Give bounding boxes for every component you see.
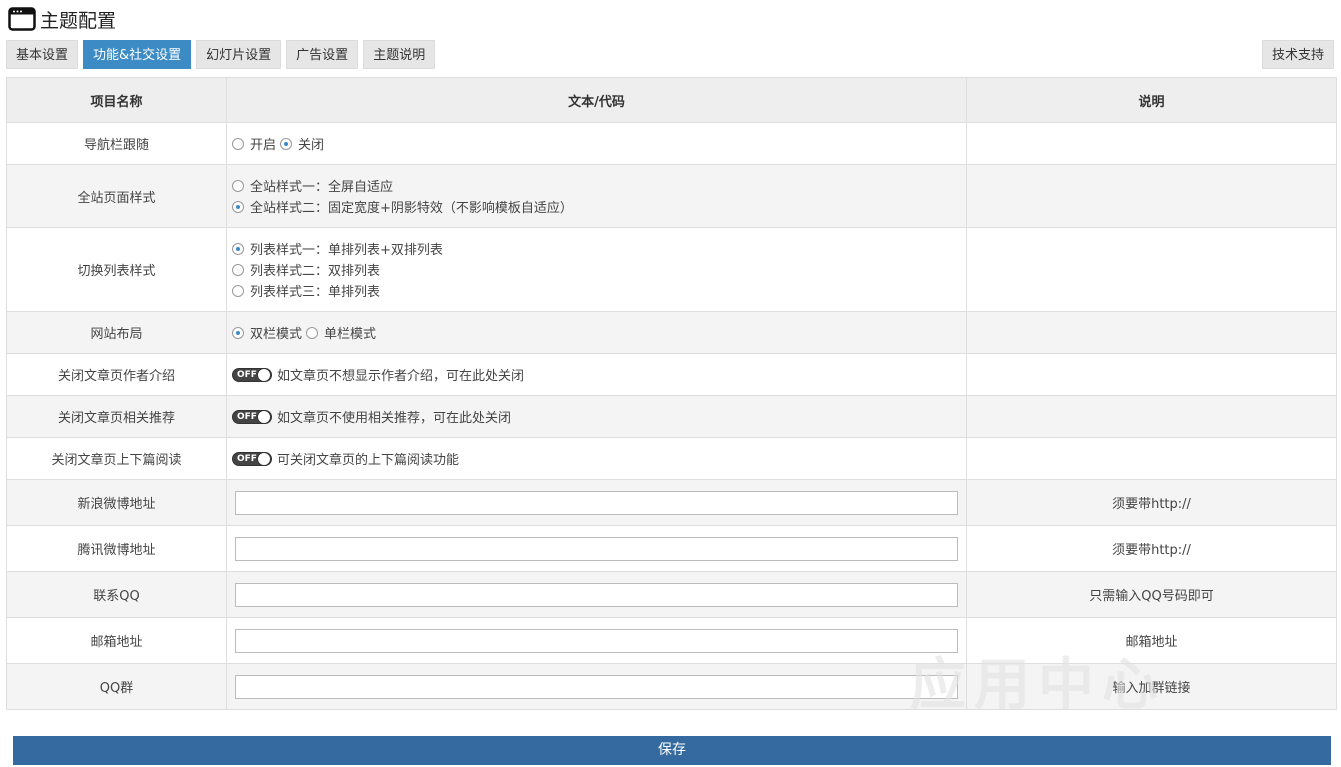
radio-label: 列表样式一：单排列表+双排列表: [250, 243, 443, 258]
radio-layout-double[interactable]: [232, 326, 244, 339]
toggle-knob: [257, 409, 271, 424]
toggle-description: 如文章页不想显示作者介绍，可在此处关闭: [277, 369, 525, 384]
table-row: 联系QQ 只需输入QQ号码即可: [6, 571, 1337, 618]
column-header-note: 说明: [966, 77, 1337, 123]
table-row: 腾讯微博地址 须要带http://: [6, 525, 1337, 572]
toggle-description: 可关闭文章页的上下篇阅读功能: [277, 453, 460, 468]
row-note: [966, 122, 1337, 165]
radio-site-style-2[interactable]: [232, 200, 244, 213]
table-row: 导航栏跟随 开启 关闭: [6, 122, 1337, 165]
radio-layout-single[interactable]: [306, 326, 319, 339]
radio-nav-follow-off[interactable]: [280, 137, 293, 150]
radio-label: 列表样式二：双排列表: [250, 264, 381, 279]
page-header: 主题配置: [8, 5, 116, 33]
toggle-related-posts[interactable]: OFF: [232, 409, 272, 424]
toggle-state-label: OFF: [237, 453, 257, 464]
table-row: 关闭文章页作者介绍 OFF 如文章页不想显示作者介绍，可在此处关闭: [6, 353, 1337, 396]
tab-ad-settings[interactable]: 广告设置: [286, 40, 359, 69]
row-label: 腾讯微博地址: [6, 525, 227, 572]
row-label: 全站页面样式: [6, 164, 227, 228]
table-row: 关闭文章页上下篇阅读 OFF 可关闭文章页的上下篇阅读功能: [6, 437, 1337, 480]
radio-label: 单栏模式: [324, 327, 377, 342]
toggle-description: 如文章页不使用相关推荐，可在此处关闭: [277, 411, 512, 426]
table-row: 新浪微博地址 须要带http://: [6, 479, 1337, 526]
tab-basic-settings[interactable]: 基本设置: [6, 40, 79, 69]
row-note: [966, 353, 1337, 396]
radio-list-style-3[interactable]: [232, 284, 244, 297]
radio-site-style-1[interactable]: [232, 179, 244, 192]
save-button[interactable]: 保存: [13, 736, 1331, 765]
tab-slideshow-settings[interactable]: 幻灯片设置: [196, 40, 282, 69]
sina-weibo-url-input[interactable]: [235, 490, 958, 515]
toggle-state-label: OFF: [237, 369, 257, 380]
row-label: 切换列表样式: [6, 227, 227, 312]
row-note: 邮箱地址: [966, 617, 1337, 664]
row-note: 须要带http://: [966, 479, 1337, 526]
window-icon: [8, 7, 36, 31]
tab-feature-social-settings[interactable]: 功能&社交设置: [83, 40, 192, 69]
row-label: 关闭文章页相关推荐: [6, 395, 227, 438]
toggle-prev-next-reading[interactable]: OFF: [232, 451, 272, 466]
row-label: 联系QQ: [6, 571, 227, 618]
row-note: 须要带http://: [966, 525, 1337, 572]
row-label: 关闭文章页上下篇阅读: [6, 437, 227, 480]
toggle-author-intro[interactable]: OFF: [232, 367, 272, 382]
row-note: [966, 395, 1337, 438]
row-label: QQ群: [6, 663, 227, 710]
tencent-weibo-url-input[interactable]: [235, 536, 958, 561]
column-header-name: 项目名称: [6, 77, 227, 123]
toggle-knob: [257, 367, 271, 382]
radio-list-style-1[interactable]: [232, 242, 244, 255]
contact-qq-input[interactable]: [235, 582, 958, 607]
row-label: 关闭文章页作者介绍: [6, 353, 227, 396]
radio-label: 双栏模式: [250, 327, 303, 342]
qq-group-link-input[interactable]: [235, 674, 958, 699]
row-note: [966, 437, 1337, 480]
radio-label: 全站样式二：固定宽度+阴影特效（不影响模板自适应）: [250, 201, 573, 216]
tab-bar: 基本设置 功能&社交设置 幻灯片设置 广告设置 主题说明: [6, 40, 440, 69]
table-row: 全站页面样式 全站样式一：全屏自适应 全站样式二：固定宽度+阴影特效（不影响模板…: [6, 164, 1337, 228]
radio-nav-follow-on[interactable]: [232, 137, 244, 150]
radio-list-style-2[interactable]: [232, 263, 244, 276]
row-label: 邮箱地址: [6, 617, 227, 664]
row-note: [966, 227, 1337, 312]
toggle-state-label: OFF: [237, 411, 257, 422]
table-row: 切换列表样式 列表样式一：单排列表+双排列表 列表样式二：双排列表 列表样式三：…: [6, 227, 1337, 312]
table-row: 网站布局 双栏模式 单栏模式: [6, 311, 1337, 354]
row-note: [966, 311, 1337, 354]
table-row: 关闭文章页相关推荐 OFF 如文章页不使用相关推荐，可在此处关闭: [6, 395, 1337, 438]
row-note: 输入加群链接: [966, 663, 1337, 710]
row-note: 只需输入QQ号码即可: [966, 571, 1337, 618]
row-note: [966, 164, 1337, 228]
toggle-knob: [257, 451, 271, 466]
radio-label: 全站样式一：全屏自适应: [250, 180, 394, 195]
settings-table: 项目名称 文本/代码 说明 导航栏跟随 开启 关闭 全站页面样式 全站样式一：全…: [6, 77, 1337, 710]
column-header-value: 文本/代码: [226, 77, 967, 123]
radio-label: 开启: [250, 138, 277, 153]
row-label: 新浪微博地址: [6, 479, 227, 526]
table-row: 邮箱地址 邮箱地址: [6, 617, 1337, 664]
page-title: 主题配置: [40, 9, 117, 32]
tech-support-button[interactable]: 技术支持: [1261, 40, 1334, 69]
email-address-input[interactable]: [235, 628, 958, 653]
row-label: 导航栏跟随: [6, 122, 227, 165]
table-row: QQ群 输入加群链接: [6, 663, 1337, 710]
tab-theme-guide[interactable]: 主题说明: [363, 40, 436, 69]
radio-label: 关闭: [298, 138, 325, 153]
row-label: 网站布局: [6, 311, 227, 354]
radio-label: 列表样式三：单排列表: [250, 285, 381, 300]
